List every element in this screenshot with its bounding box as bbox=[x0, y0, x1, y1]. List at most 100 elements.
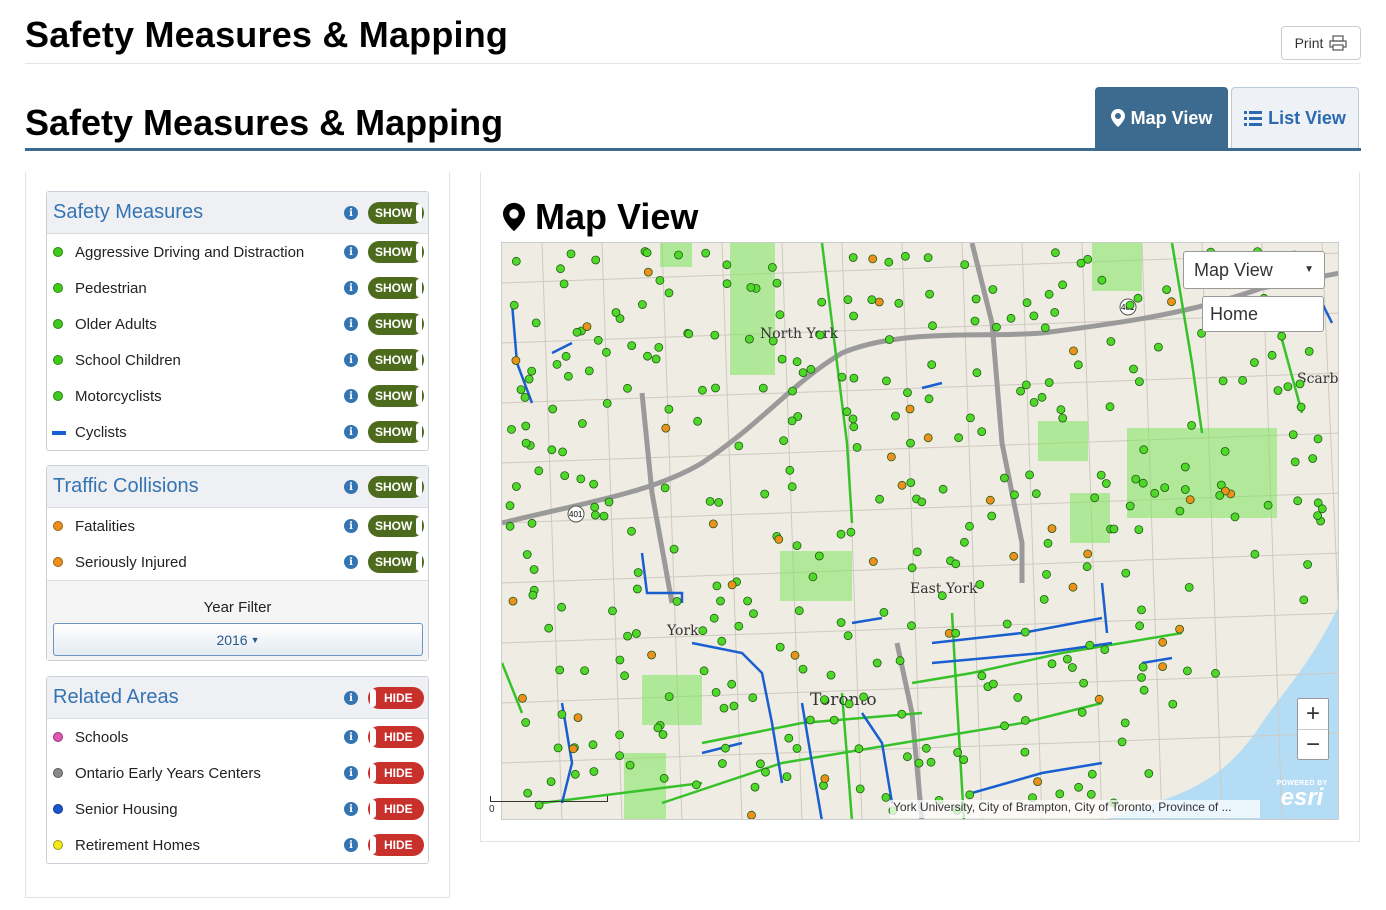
map-point bbox=[1063, 654, 1072, 664]
map-point bbox=[623, 383, 632, 393]
map-point bbox=[848, 253, 858, 262]
map-point bbox=[872, 658, 882, 668]
info-icon[interactable]: i bbox=[344, 802, 358, 816]
map-point bbox=[531, 318, 541, 328]
info-icon[interactable]: i bbox=[344, 480, 358, 494]
layer-toggle[interactable]: HIDE bbox=[368, 762, 424, 784]
map-point bbox=[1010, 490, 1019, 500]
group-toggle[interactable]: SHOW bbox=[368, 476, 424, 498]
info-icon[interactable]: i bbox=[344, 555, 358, 569]
map-point bbox=[582, 322, 592, 331]
group-toggle[interactable]: HIDE bbox=[368, 687, 424, 709]
year-filter-select[interactable]: 2016 ▼ bbox=[53, 623, 423, 656]
map-point bbox=[852, 442, 862, 452]
map-point bbox=[959, 537, 969, 547]
location-input[interactable] bbox=[1202, 296, 1324, 332]
zoom-out-button[interactable]: − bbox=[1298, 729, 1328, 759]
map-point bbox=[1160, 483, 1170, 493]
layer-toggle[interactable]: HIDE bbox=[368, 798, 424, 820]
tab-map-view[interactable]: Map View bbox=[1095, 87, 1228, 149]
zoom-in-button[interactable]: + bbox=[1298, 699, 1328, 729]
map-point bbox=[748, 693, 758, 703]
map-point bbox=[855, 784, 865, 794]
info-icon[interactable]: i bbox=[344, 519, 358, 533]
map-point bbox=[897, 709, 907, 719]
layer-toggle[interactable]: SHOW bbox=[368, 277, 424, 299]
map-point bbox=[1168, 699, 1178, 709]
map-point bbox=[1218, 376, 1228, 386]
layer-toggle[interactable]: SHOW bbox=[368, 313, 424, 335]
map-point bbox=[1295, 379, 1305, 389]
dot-legend-icon bbox=[53, 840, 63, 850]
map-point bbox=[846, 527, 856, 537]
layer-toggle[interactable]: SHOW bbox=[368, 385, 424, 407]
info-icon[interactable]: i bbox=[344, 838, 358, 852]
map-point bbox=[987, 511, 997, 521]
info-icon[interactable]: i bbox=[344, 317, 358, 331]
map-point bbox=[1031, 489, 1041, 499]
map-point bbox=[912, 547, 922, 557]
map-point bbox=[843, 295, 853, 305]
map-point bbox=[561, 351, 571, 361]
map-point bbox=[836, 529, 846, 539]
map-point bbox=[951, 559, 961, 569]
map-point bbox=[774, 534, 784, 544]
info-icon[interactable]: i bbox=[344, 730, 358, 744]
map-point bbox=[505, 521, 515, 531]
map-point bbox=[768, 336, 778, 346]
map-point bbox=[729, 701, 739, 711]
map-point bbox=[925, 289, 935, 299]
map-point bbox=[672, 596, 682, 606]
layer-row: Pedestrian i SHOW bbox=[47, 270, 428, 306]
layer-toggle[interactable]: HIDE bbox=[368, 726, 424, 748]
map-point bbox=[620, 671, 629, 681]
info-icon[interactable]: i bbox=[344, 389, 358, 403]
list-icon bbox=[1244, 111, 1263, 126]
layer-toggle[interactable]: SHOW bbox=[368, 421, 424, 443]
dot-legend-icon bbox=[53, 557, 63, 567]
map-point bbox=[589, 479, 598, 489]
layer-toggle[interactable]: HIDE bbox=[368, 834, 424, 856]
info-icon[interactable]: i bbox=[344, 206, 358, 220]
group-safety-measures: Safety Measures i SHOW Aggressive Drivin… bbox=[46, 191, 429, 451]
map-point bbox=[615, 730, 624, 740]
info-icon[interactable]: i bbox=[344, 281, 358, 295]
map-point bbox=[1158, 637, 1168, 647]
map-point bbox=[661, 423, 671, 433]
map-point bbox=[938, 484, 948, 494]
map-point bbox=[1185, 495, 1195, 505]
info-icon[interactable]: i bbox=[344, 691, 358, 705]
info-icon[interactable]: i bbox=[344, 766, 358, 780]
map-point bbox=[653, 723, 663, 733]
map-point bbox=[547, 445, 557, 455]
map-point bbox=[528, 590, 538, 600]
map-point bbox=[1058, 280, 1067, 290]
map-point bbox=[1020, 627, 1030, 637]
info-icon[interactable]: i bbox=[344, 353, 358, 367]
layer-toggle[interactable]: SHOW bbox=[368, 515, 424, 537]
map-point bbox=[522, 550, 532, 559]
tab-list-view[interactable]: List View bbox=[1231, 87, 1359, 149]
map-point bbox=[806, 364, 816, 374]
map-point bbox=[875, 494, 885, 504]
map-point bbox=[717, 759, 727, 768]
group-toggle[interactable]: SHOW bbox=[368, 202, 424, 224]
print-button[interactable]: Print bbox=[1281, 26, 1361, 60]
layer-toggle[interactable]: SHOW bbox=[368, 241, 424, 263]
group-header: Traffic Collisions i SHOW bbox=[47, 466, 428, 508]
map-point bbox=[844, 699, 854, 709]
map-point bbox=[1158, 662, 1167, 672]
layer-row: Seriously Injured i SHOW bbox=[47, 544, 428, 580]
layer-toggle[interactable]: SHOW bbox=[368, 551, 424, 573]
info-icon[interactable]: i bbox=[344, 425, 358, 439]
info-icon[interactable]: i bbox=[344, 245, 358, 259]
basemap-select[interactable]: Map View ▼ bbox=[1183, 251, 1325, 289]
map-point bbox=[790, 650, 800, 660]
map-point bbox=[647, 650, 657, 660]
dot-legend-icon bbox=[53, 319, 63, 329]
map-point bbox=[874, 297, 884, 307]
map-point bbox=[1021, 380, 1031, 390]
map-point bbox=[1082, 562, 1092, 572]
layer-row: Ontario Early Years Centers i HIDE bbox=[47, 755, 428, 791]
layer-toggle[interactable]: SHOW bbox=[368, 349, 424, 371]
